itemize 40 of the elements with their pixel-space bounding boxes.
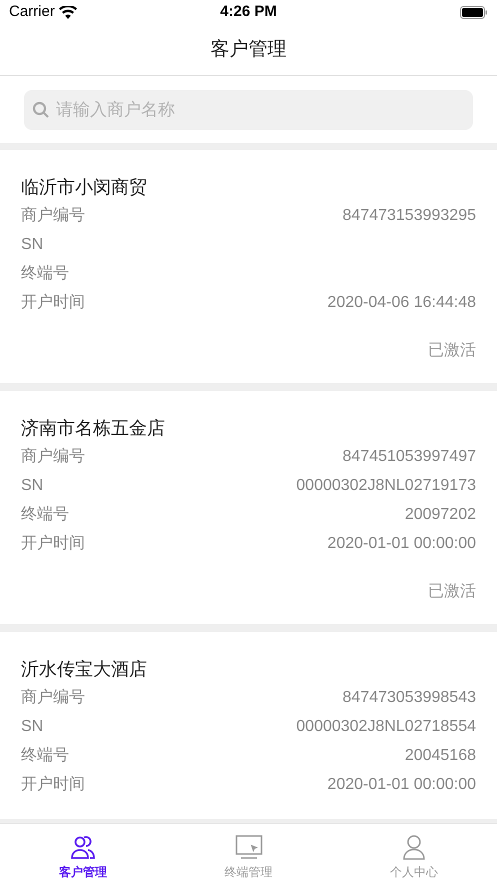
field-value: 20045168 [404, 746, 476, 766]
customer-name: 济南市名栋五金店 [21, 417, 166, 440]
monitor-icon [234, 833, 262, 861]
field-label: 商户编号 [21, 688, 85, 708]
field-label: 开户时间 [21, 292, 85, 312]
field-label: SN [21, 716, 44, 736]
customer-name: 临沂市小闵商贸 [21, 176, 148, 199]
field-value: 2020-01-01 00:00:00 [327, 774, 476, 794]
field-label: 商户编号 [21, 206, 85, 226]
customer-name: 沂水传宝大酒店 [21, 658, 148, 681]
search-field[interactable]: 请输入商户名称 [24, 90, 473, 130]
wifi-icon [58, 6, 77, 19]
field-label: 商户编号 [21, 446, 85, 466]
field-value: 00000302J8NL02719173 [296, 476, 476, 496]
field-label: SN [21, 476, 44, 496]
field-label: 终端号 [21, 504, 69, 524]
field-value: 00000302J8NL02718554 [296, 716, 476, 736]
field-value: 847473153993295 [342, 206, 476, 226]
field-value: 2020-01-01 00:00:00 [327, 534, 476, 554]
field-label: SN [21, 234, 44, 254]
customer-card[interactable]: 济南市名栋五金店 商户编号 847451053997497 SN 00000302J8NL02719173 终端号 20097202 开户时间 2020-01-01 00:00:00 已激活 [0, 391, 497, 624]
battery-icon [460, 6, 488, 19]
field-label: 终端号 [21, 746, 69, 766]
tab-item[interactable]: 客户管理 [0, 824, 166, 883]
field-label: 开户时间 [21, 534, 85, 554]
status-text: 已激活 [428, 341, 476, 361]
field-value: 2020-04-06 16:44:48 [327, 292, 476, 312]
customer-card[interactable]: 临沂市小闵商贸 商户编号 847473153993295 SN 终端号 开户时间 2020-04-06 16:44:48 已激活 [0, 150, 497, 383]
field-value: 847451053997497 [342, 446, 476, 466]
people-icon [68, 833, 97, 861]
field-value: 20097202 [404, 504, 476, 524]
status-text: 已激活 [428, 582, 476, 602]
field-label: 开户时间 [21, 774, 85, 794]
field-value: 847473053998543 [342, 688, 476, 708]
field-label: 终端号 [21, 264, 69, 284]
customer-card[interactable]: 沂水传宝大酒店 商户编号 847473053998543 SN 00000302J8NL02718554 终端号 20045168 开户时间 2020-01-01 00:00:00 [0, 632, 497, 819]
clock-time: 4:26 PM [220, 2, 277, 22]
page-title: 客户管理 [210, 38, 286, 62]
search-icon [32, 100, 50, 118]
carrier-label: Carrier [9, 2, 55, 22]
